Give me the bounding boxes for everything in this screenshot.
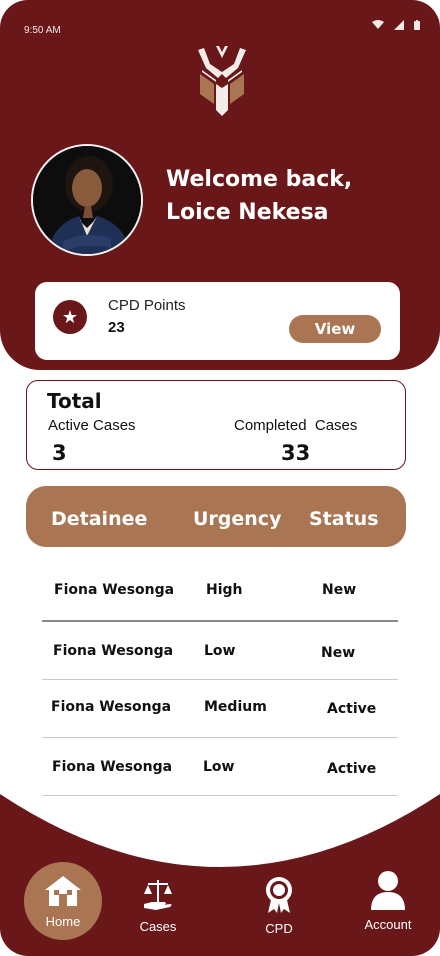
detainee-name: Fiona Wesonga [54,582,175,598]
cpd-value: 23 [108,319,125,336]
urgency-value: Low [203,759,235,775]
status-value: Active [327,761,377,777]
table-row[interactable]: Fiona Wesonga Medium Active [40,680,398,738]
cases-table-header: Detainee Urgency Status [26,486,406,547]
nav-item-cpd[interactable]: CPD [256,876,302,936]
table-row[interactable]: Fiona Wesonga Low New [40,622,398,680]
status-value: Active [327,701,377,717]
column-header-status[interactable]: Status [309,508,379,530]
detainee-name: Fiona Wesonga [53,643,174,659]
completed-cases-value: 33 [281,441,311,465]
user-name: Loice Nekesa [166,200,329,225]
user-icon [371,871,405,910]
bottom-navigation: Home Cases CPD Account [0,780,440,956]
avatar-portrait-icon [33,146,141,254]
nav-item-cases[interactable]: Cases [132,876,184,934]
app-screen: 9:50 AM Welcome back, Loice Nekesa ★ CPD… [0,0,440,956]
urgency-value: High [206,582,243,598]
profile-avatar[interactable] [31,144,143,256]
status-value: New [321,645,356,661]
nav-label-cases: Cases [139,919,177,934]
table-row[interactable]: Fiona Wesonga High New [40,564,398,622]
active-cases-label: Active Cases [48,417,136,434]
app-logo-icon [198,46,246,116]
scales-icon [144,880,172,910]
welcome-heading: Welcome back, Loice Nekesa [166,163,406,229]
column-header-urgency[interactable]: Urgency [193,508,281,530]
nav-label-account: Account [364,917,412,932]
status-icons [372,20,420,30]
urgency-value: Medium [204,699,267,715]
detainee-name: Fiona Wesonga [51,699,172,715]
nav-label-cpd: CPD [265,921,293,936]
nav-label-home: Home [45,914,81,929]
award-icon [266,877,292,913]
signal-icon [394,20,404,30]
summary-title: Total [47,389,102,413]
detainee-name: Fiona Wesonga [52,759,173,775]
active-cases-value: 3 [52,441,67,465]
wifi-icon [372,20,384,29]
home-icon [45,876,81,906]
urgency-value: Low [204,643,236,659]
nav-item-home[interactable]: Home [24,862,102,940]
cpd-label: CPD Points [108,297,186,314]
nav-item-account[interactable]: Account [360,870,416,932]
column-header-detainee[interactable]: Detainee [51,508,147,530]
battery-icon [414,20,420,30]
cases-summary-card: Total Active Cases 3 Completed Cases 33 [26,380,406,470]
status-time: 9:50 AM [24,25,61,36]
cpd-points-card: ★ CPD Points 23 View [35,282,400,360]
star-icon: ★ [53,300,87,334]
completed-cases-label: Completed Cases [234,417,358,434]
header-panel: 9:50 AM Welcome back, Loice Nekesa ★ CPD… [0,0,440,370]
view-cpd-button[interactable]: View [289,315,381,343]
greeting-line: Welcome back, [166,167,353,192]
status-value: New [322,582,357,598]
